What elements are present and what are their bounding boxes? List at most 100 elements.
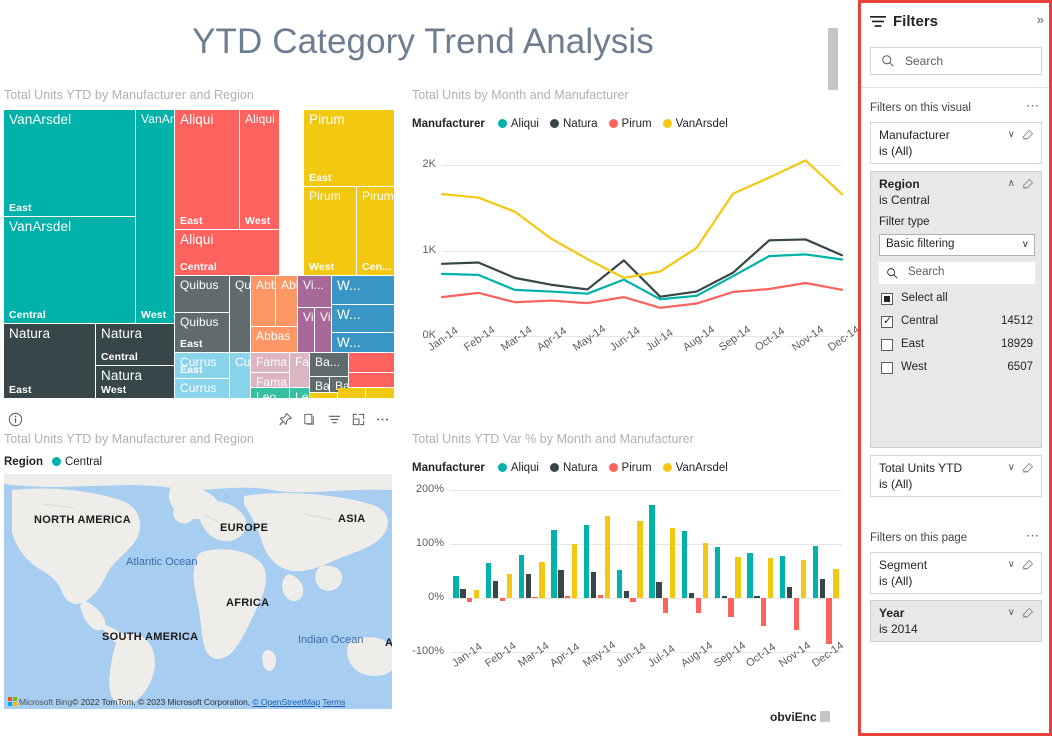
treemap-tile[interactable]: W... <box>332 276 394 304</box>
bar[interactable] <box>663 598 668 613</box>
treemap-tile[interactable]: W... <box>332 305 394 332</box>
copy-icon[interactable] <box>302 412 320 430</box>
treemap-tile[interactable]: PirumEast <box>304 110 394 186</box>
treemap-plot[interactable]: VanArsdelEastVanArsdelCentralVanArsdelWe… <box>4 110 394 398</box>
filters-pane[interactable]: Filters » Search Filters on this visual … <box>858 0 1052 736</box>
filters-on-visual-more-button[interactable]: ⋯ <box>1026 98 1040 114</box>
filter-icon[interactable] <box>327 412 345 430</box>
world-map[interactable]: NORTH AMERICA SOUTH AMERICA EUROPE AFRIC… <box>4 474 392 709</box>
legend-item-label[interactable]: Pirum <box>622 118 652 130</box>
treemap-tile[interactable]: NaturaCentral <box>96 324 174 365</box>
line-series[interactable] <box>442 239 842 296</box>
treemap-tile[interactable]: PirumWest <box>304 187 356 275</box>
chevron-down-icon[interactable]: ∨ <box>1008 559 1015 570</box>
filters-on-page-more-button[interactable]: ⋯ <box>1026 528 1040 544</box>
terms-link[interactable]: Terms <box>322 697 345 707</box>
treemap-tile[interactable]: PirumCen... <box>357 187 394 275</box>
bar[interactable] <box>637 521 642 598</box>
bar[interactable] <box>780 556 785 598</box>
bar[interactable] <box>617 570 622 598</box>
bar-chart-plot[interactable]: -100%0%100%200%Jan-14Feb-14Mar-14Apr-14M… <box>406 484 846 719</box>
treemap-tile[interactable]: AliquiEast <box>175 110 239 229</box>
treemap-tile[interactable]: Currus <box>175 379 229 398</box>
treemap-tile[interactable]: Vi... <box>298 276 331 307</box>
filter-card[interactable]: Yearis 2014∨ <box>870 600 1042 642</box>
clear-filter-icon[interactable] <box>1021 461 1035 475</box>
treemap-tile[interactable]: NaturaEast <box>4 324 95 398</box>
treemap-tile[interactable]: Abbas <box>251 327 297 352</box>
treemap-tile[interactable] <box>349 353 394 372</box>
bar[interactable] <box>558 570 563 598</box>
chevron-down-icon[interactable]: ∨ <box>1008 607 1015 618</box>
bar[interactable] <box>761 598 766 626</box>
filter-card[interactable]: Total Units YTDis (All)∨ <box>870 455 1042 497</box>
treemap-tile[interactable]: Fama <box>251 373 289 387</box>
filter-value-row[interactable]: East18929 <box>879 336 1035 355</box>
filter-card[interactable]: Manufactureris (All)∨ <box>870 122 1042 164</box>
line-chart-visual[interactable]: Total Units by Month and Manufacturer Ma… <box>406 88 846 410</box>
treemap-tile[interactable]: Leo <box>290 388 309 398</box>
filter-card[interactable]: Segmentis (All)∨ <box>870 552 1042 594</box>
bar[interactable] <box>526 574 531 598</box>
bar[interactable] <box>656 582 661 598</box>
legend-item-label[interactable]: VanArsdel <box>676 462 728 474</box>
visual-header-bar[interactable] <box>0 410 396 432</box>
treemap-tile[interactable]: AliquiCentral <box>175 230 279 275</box>
bar[interactable] <box>539 562 544 598</box>
bar[interactable] <box>453 576 458 598</box>
treemap-tile[interactable] <box>366 388 394 398</box>
filter-value-row[interactable]: Central14512 <box>879 313 1035 332</box>
treemap-tile[interactable]: Currus <box>230 353 250 398</box>
treemap-tile[interactable] <box>310 393 337 398</box>
clear-filter-icon[interactable] <box>1021 177 1035 191</box>
bar[interactable] <box>598 595 603 598</box>
bar[interactable] <box>689 593 694 598</box>
filter-card[interactable]: Regionis Central∧Filter typeBasic filter… <box>870 171 1042 448</box>
line-chart-legend[interactable]: ManufacturerAliquiNaturaPirumVanArsdel <box>412 118 730 130</box>
bar[interactable] <box>696 598 701 613</box>
clear-filter-icon[interactable] <box>1021 606 1035 620</box>
legend-item-label[interactable]: Pirum <box>622 462 652 474</box>
treemap-tile[interactable]: Ba... <box>310 353 348 376</box>
treemap-visual[interactable]: Total Units YTD by Manufacturer and Regi… <box>0 88 396 410</box>
bar[interactable] <box>801 560 806 598</box>
bar[interactable] <box>507 574 512 598</box>
clear-filter-icon[interactable] <box>1021 558 1035 572</box>
bar[interactable] <box>630 598 635 602</box>
line-series[interactable] <box>442 283 842 308</box>
treemap-tile[interactable]: VanArsdelCentral <box>4 217 135 323</box>
collapse-pane-button[interactable]: » <box>1037 12 1044 27</box>
checkbox[interactable] <box>881 362 893 374</box>
bar[interactable] <box>467 598 472 602</box>
bar[interactable] <box>715 547 720 598</box>
treemap-tile[interactable]: AliquiWest <box>240 110 279 229</box>
bar[interactable] <box>794 598 799 630</box>
bar[interactable] <box>493 581 498 598</box>
bar[interactable] <box>747 553 752 598</box>
treemap-tile[interactable]: Abbas <box>276 276 297 326</box>
bar[interactable] <box>754 596 759 598</box>
bar[interactable] <box>565 596 570 598</box>
treemap-tile[interactable] <box>338 388 365 398</box>
bar[interactable] <box>813 546 818 598</box>
checkbox[interactable] <box>881 293 893 305</box>
bar[interactable] <box>670 528 675 598</box>
bar[interactable] <box>649 505 654 598</box>
treemap-tile[interactable]: Leo <box>251 388 289 398</box>
treemap-tile[interactable]: Vi... <box>315 308 331 352</box>
bar[interactable] <box>572 544 577 598</box>
bar[interactable] <box>486 563 491 598</box>
filter-value-row[interactable]: Select all <box>879 290 1035 309</box>
filters-search-box[interactable]: Search <box>870 47 1042 75</box>
treemap-tile[interactable]: Vi... <box>298 308 314 352</box>
chevron-down-icon[interactable]: ∨ <box>1008 462 1015 473</box>
treemap-tile[interactable]: Ba... <box>310 377 329 392</box>
legend-item-label[interactable]: Natura <box>563 462 598 474</box>
bar[interactable] <box>820 579 825 598</box>
bar[interactable] <box>460 589 465 598</box>
line-chart-plot[interactable]: 0K1K2KJan-14Feb-14Mar-14Apr-14May-14Jun-… <box>406 140 846 390</box>
map-visual[interactable]: Total Units YTD by Manufacturer and Regi… <box>0 432 396 722</box>
bar[interactable] <box>591 572 596 598</box>
focus-mode-icon[interactable] <box>351 412 369 430</box>
chevron-down-icon[interactable]: ∨ <box>1022 239 1029 250</box>
